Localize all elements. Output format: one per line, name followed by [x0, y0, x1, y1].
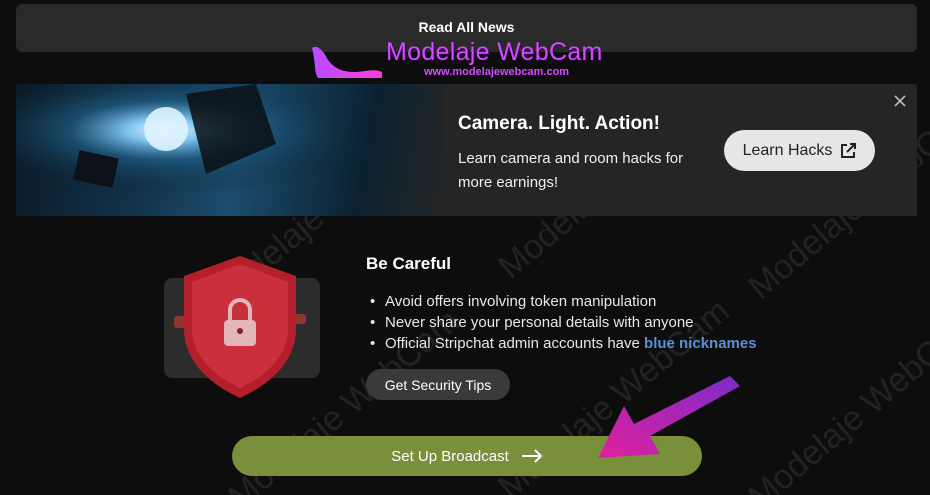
external-link-icon: [841, 142, 857, 158]
set-up-broadcast-button[interactable]: Set Up Broadcast: [232, 436, 702, 476]
close-icon[interactable]: [893, 94, 907, 108]
arrow-right-icon: [521, 449, 543, 463]
promo-description: Learn camera and room hacks for more ear…: [458, 150, 684, 191]
camera-promo-banner: Camera. Light. Action! Learn camera and …: [16, 84, 917, 216]
get-security-tips-label: Get Security Tips: [384, 376, 492, 393]
list-item: • Never share your personal details with …: [370, 314, 694, 331]
watermark-logo: Modelaje WebCam www.modelajewebcam.com: [308, 38, 628, 84]
studio-light-image: [16, 84, 444, 216]
list-item: • Official Stripchat admin accounts have …: [370, 335, 757, 352]
security-section: Be Careful • Avoid offers involving token…: [0, 230, 930, 410]
blue-nicknames-text: blue nicknames: [644, 335, 757, 352]
get-security-tips-button[interactable]: Get Security Tips: [366, 369, 510, 400]
promo-title: Camera. Light. Action!: [458, 113, 660, 134]
set-up-broadcast-label: Set Up Broadcast: [391, 447, 509, 465]
read-all-news-label: Read All News: [418, 19, 515, 35]
be-careful-title: Be Careful: [366, 254, 452, 273]
security-shield-illustration: [164, 256, 320, 398]
list-item: • Avoid offers involving token manipulati…: [370, 293, 657, 310]
watermark-url: www.modelajewebcam.com: [424, 66, 570, 78]
watermark-brand: Modelaje WebCam: [386, 38, 603, 66]
learn-hacks-label: Learn Hacks: [742, 141, 833, 159]
safety-tips-list: • Avoid offers involving token manipulati…: [370, 291, 757, 354]
learn-hacks-button[interactable]: Learn Hacks: [724, 130, 875, 171]
watermark-figure-icon: [312, 46, 382, 78]
